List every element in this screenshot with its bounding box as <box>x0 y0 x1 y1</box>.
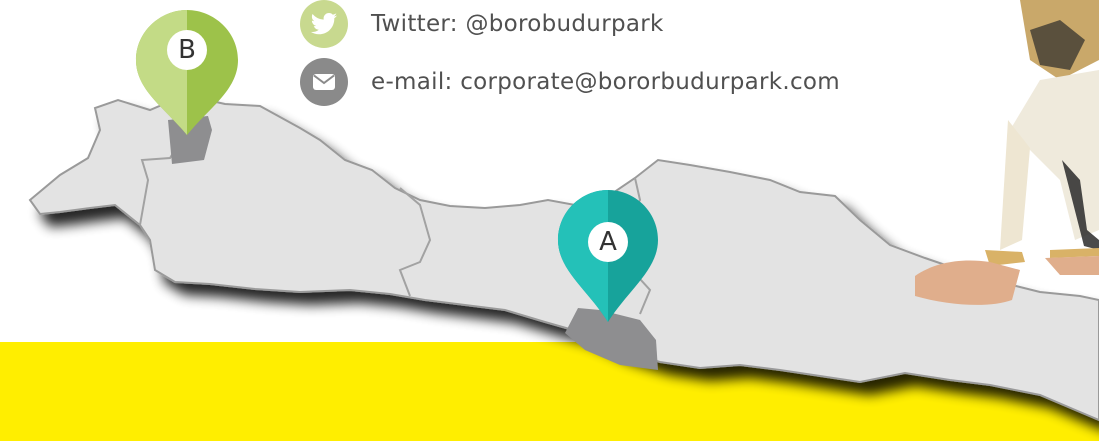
email-address-text: e-mail: corporate@bororbudurpark.com <box>371 69 841 95</box>
marker-b-label: B <box>167 30 207 70</box>
marker-a-label: A <box>588 222 628 262</box>
email-contact-row: e-mail: corporate@bororbudurpark.com <box>300 58 840 106</box>
twitter-handle-text: Twitter: @borobudurpark <box>371 11 664 37</box>
twitter-contact-row: Twitter: @borobudurpark <box>300 0 664 48</box>
twitter-bird-icon <box>300 0 348 48</box>
dancer-feet-illustration <box>915 0 1099 305</box>
envelope-icon <box>300 58 348 106</box>
poster: B A Twitter: @borobudurpark e-mail: corp… <box>0 0 1099 441</box>
